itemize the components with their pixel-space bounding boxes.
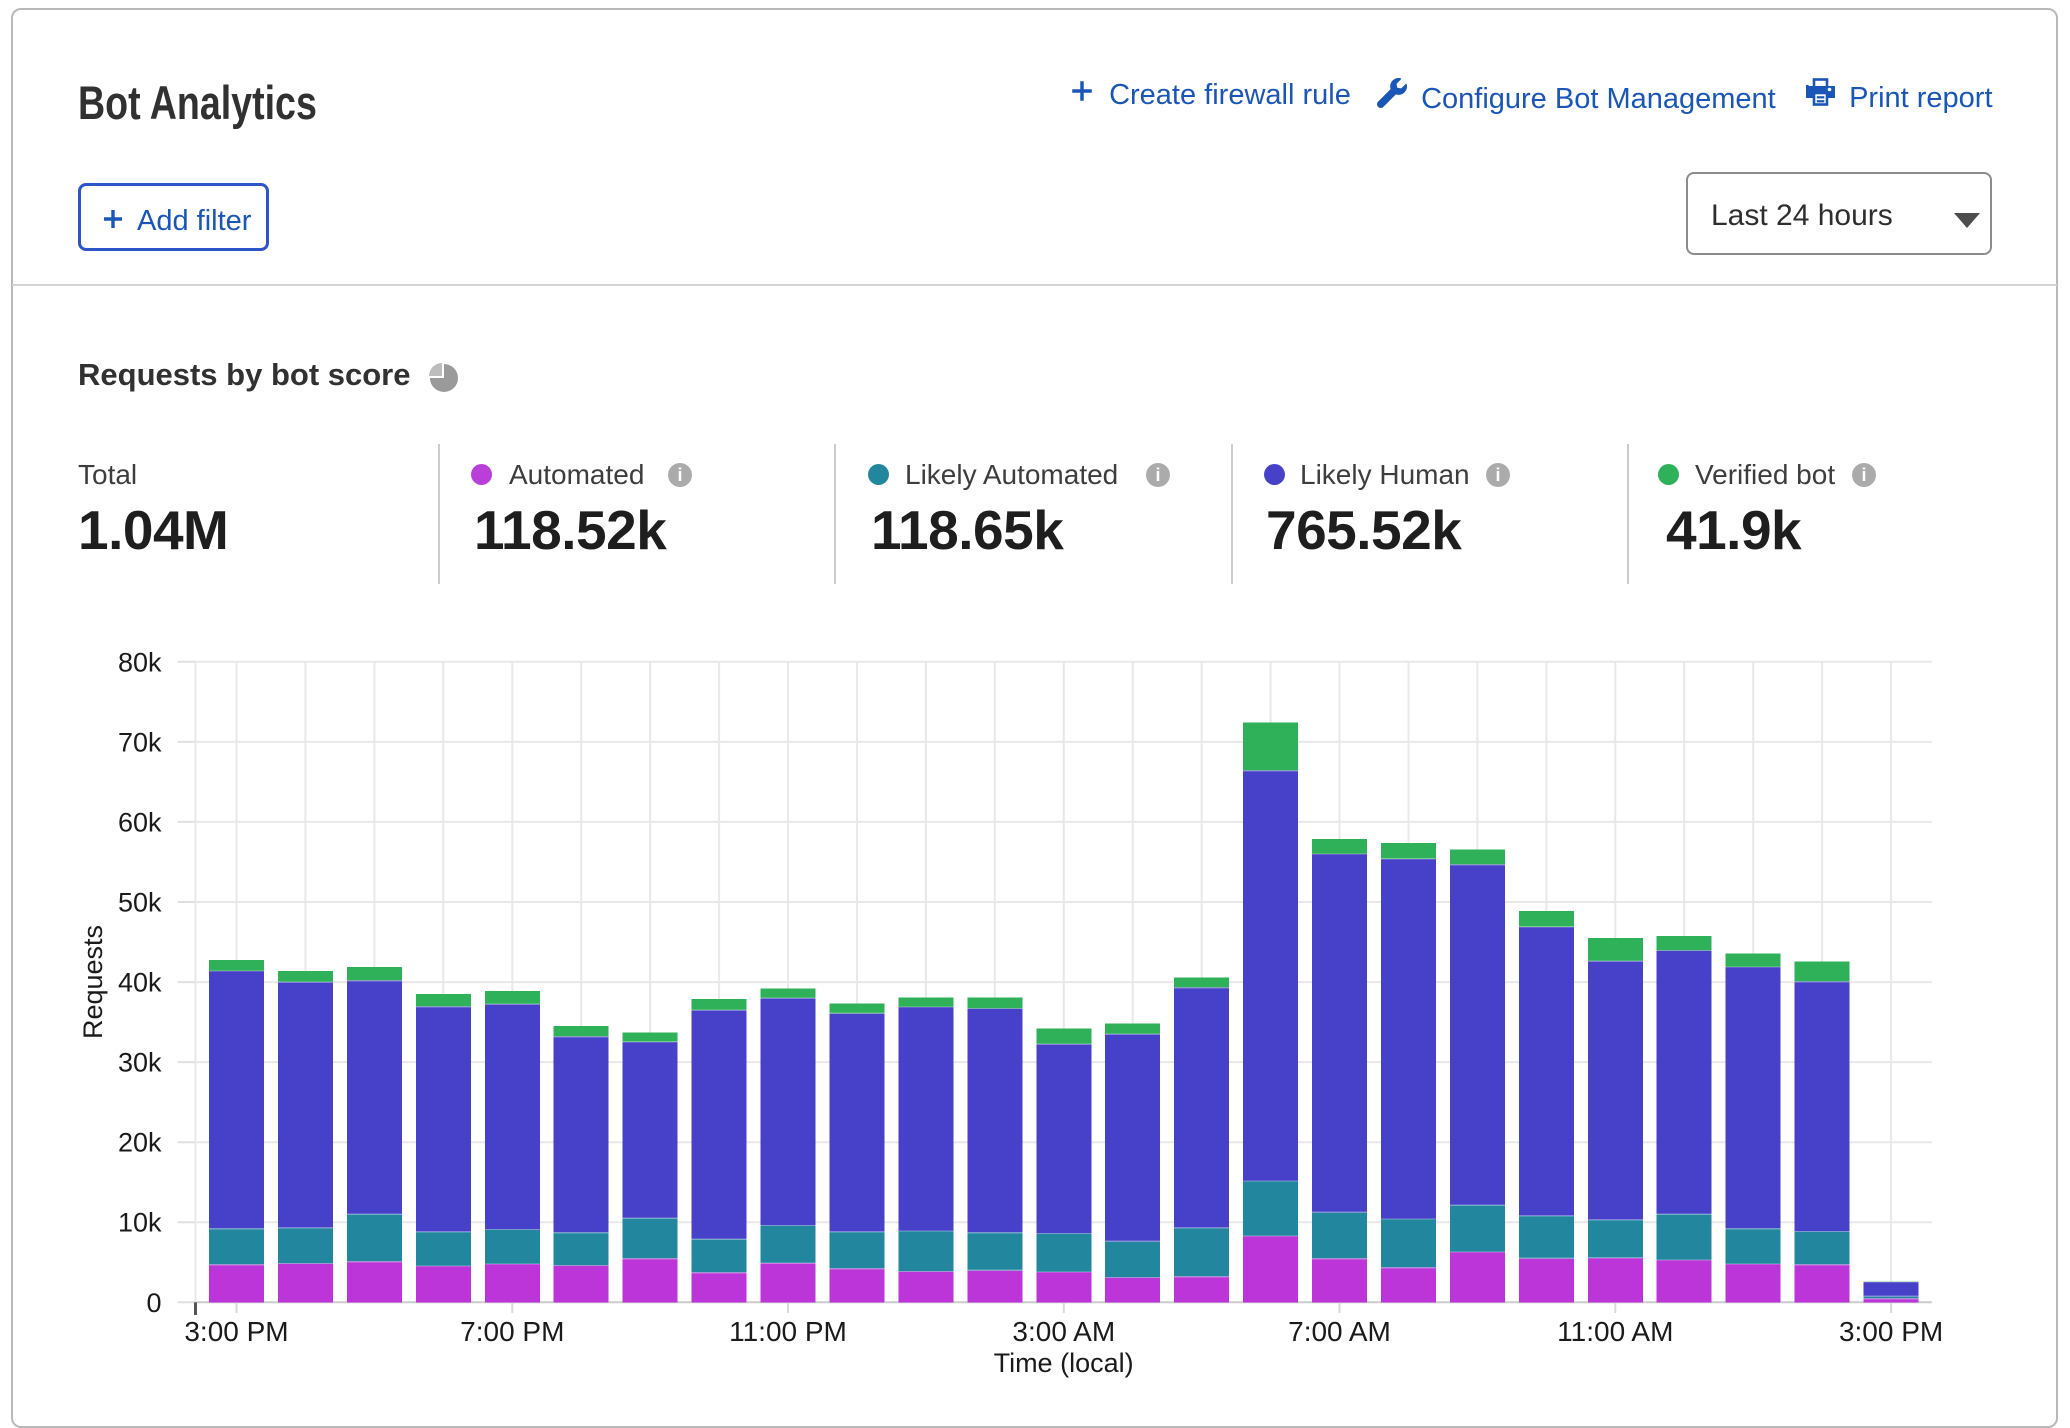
svg-text:3:00 AM: 3:00 AM bbox=[1012, 1316, 1115, 1347]
svg-text:60k: 60k bbox=[118, 807, 162, 837]
svg-text:0: 0 bbox=[146, 1288, 161, 1318]
svg-text:40k: 40k bbox=[118, 968, 162, 998]
svg-text:7:00 AM: 7:00 AM bbox=[1288, 1316, 1391, 1347]
svg-text:70k: 70k bbox=[118, 727, 162, 757]
svg-text:7:00 PM: 7:00 PM bbox=[460, 1316, 564, 1347]
svg-text:10k: 10k bbox=[118, 1208, 162, 1238]
svg-text:11:00 PM: 11:00 PM bbox=[729, 1316, 847, 1347]
svg-text:20k: 20k bbox=[118, 1128, 162, 1158]
svg-text:3:00 PM: 3:00 PM bbox=[184, 1316, 288, 1347]
svg-text:11:00 AM: 11:00 AM bbox=[1557, 1316, 1673, 1347]
svg-text:80k: 80k bbox=[118, 647, 162, 677]
svg-text:3:00 PM: 3:00 PM bbox=[1839, 1316, 1943, 1347]
svg-text:Requests: Requests bbox=[78, 925, 108, 1039]
svg-text:50k: 50k bbox=[118, 888, 162, 918]
svg-text:30k: 30k bbox=[118, 1048, 162, 1078]
svg-text:Time (local): Time (local) bbox=[994, 1348, 1134, 1378]
